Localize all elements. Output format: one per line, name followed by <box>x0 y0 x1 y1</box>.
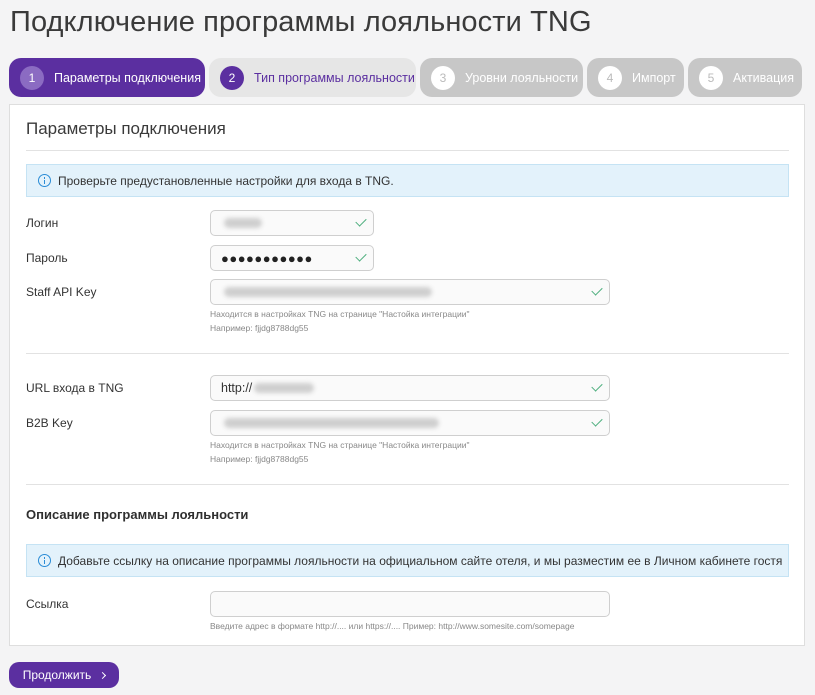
b2b-key-hint: Находится в настройках TNG на странице "… <box>210 438 469 466</box>
chevron-right-icon <box>99 671 107 679</box>
step-label: Параметры подключения <box>54 70 201 85</box>
divider <box>26 484 789 485</box>
settings-card: Параметры подключения Проверьте предуста… <box>9 104 805 646</box>
step-number: 5 <box>699 65 723 90</box>
step-number: 4 <box>598 65 622 90</box>
staff-api-key-input[interactable] <box>210 279 610 305</box>
check-icon <box>591 380 603 392</box>
password-value: ●●●●●●●●●●● <box>221 250 313 266</box>
step-label: Импорт <box>632 70 676 85</box>
continue-button[interactable]: Продолжить <box>9 662 119 688</box>
masked-value <box>224 418 439 428</box>
password-input[interactable]: ●●●●●●●●●●● <box>210 245 374 271</box>
description-title: Описание программы лояльности <box>26 507 249 522</box>
info-text: Проверьте предустановленные настройки дл… <box>58 173 394 188</box>
staff-key-hint: Находится в настройках TNG на странице "… <box>210 307 469 335</box>
step-connection-params[interactable]: 1 Параметры подключения <box>9 58 205 97</box>
step-import[interactable]: 4 Импорт <box>587 58 684 97</box>
info-text: Добавьте ссылку на описание программы ло… <box>58 553 783 568</box>
info-banner: Добавьте ссылку на описание программы ло… <box>26 544 789 577</box>
masked-value <box>224 287 432 297</box>
step-label: Активация <box>733 70 795 85</box>
step-number: 2 <box>220 65 244 90</box>
masked-value <box>254 383 315 393</box>
check-icon <box>355 250 367 262</box>
step-program-type[interactable]: 2 Тип программы лояльности <box>209 58 416 97</box>
page-title: Подключение программы лояльности TNG <box>10 6 592 38</box>
link-label: Ссылка <box>26 597 69 611</box>
staff-api-key-label: Staff API Key <box>26 285 97 299</box>
b2b-key-label: B2B Key <box>26 416 73 430</box>
info-icon <box>38 174 51 187</box>
masked-value <box>224 218 262 228</box>
step-label: Уровни лояльности <box>465 70 579 85</box>
step-loyalty-levels[interactable]: 3 Уровни лояльности <box>420 58 583 97</box>
check-icon <box>355 215 367 227</box>
hint-example: Например: fjjdg8788dg55 <box>210 323 309 333</box>
password-label: Пароль <box>26 251 68 265</box>
check-icon <box>591 415 603 427</box>
b2b-key-input[interactable] <box>210 410 610 436</box>
url-label: URL входа в TNG <box>26 381 124 395</box>
step-label: Тип программы лояльности <box>254 70 415 85</box>
login-label: Логин <box>26 216 59 230</box>
hint-example: Например: fjjdg8788dg55 <box>210 454 309 464</box>
wizard-stepper: 1 Параметры подключения 2 Тип программы … <box>9 58 804 97</box>
info-icon <box>38 554 51 567</box>
hint-location: Находится в настройках TNG на странице "… <box>210 440 470 450</box>
section-title: Параметры подключения <box>26 119 226 138</box>
step-activation[interactable]: 5 Активация <box>688 58 802 97</box>
check-icon <box>591 284 603 296</box>
step-number: 1 <box>20 65 44 90</box>
info-banner: Проверьте предустановленные настройки дл… <box>26 164 789 197</box>
divider <box>26 353 789 354</box>
url-prefix: http:// <box>221 381 253 395</box>
link-hint: Введите адрес в формате http://.... или … <box>210 621 575 631</box>
hint-location: Находится в настройках TNG на странице "… <box>210 309 470 319</box>
login-input[interactable] <box>210 210 374 236</box>
continue-label: Продолжить <box>22 668 92 682</box>
url-input[interactable]: http:// <box>210 375 610 401</box>
link-input[interactable] <box>210 591 610 617</box>
step-number: 3 <box>431 65 455 90</box>
divider <box>26 150 789 151</box>
